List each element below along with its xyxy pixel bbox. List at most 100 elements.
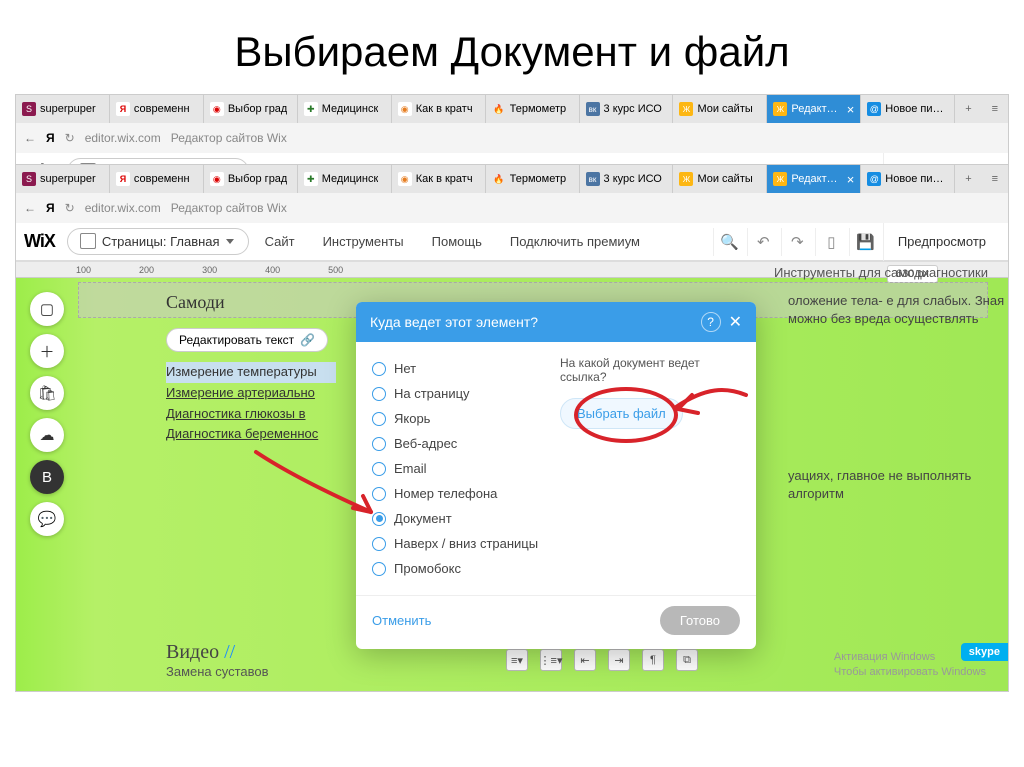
more-settings-icon[interactable]: ⧉ xyxy=(676,649,698,671)
browser-tab[interactable]: ЖРедактор× xyxy=(767,95,861,123)
favicon-icon: @ xyxy=(867,172,881,186)
link-type-option[interactable]: Документ xyxy=(372,506,552,531)
browser-tab[interactable]: @Новое письм xyxy=(861,95,955,123)
favicon-icon: Ж xyxy=(773,172,787,186)
browser-tab[interactable]: Ясовременн xyxy=(110,165,204,193)
preview-button[interactable]: Предпросмотр xyxy=(883,223,1000,261)
uploads-tool-icon[interactable]: ☁ xyxy=(30,418,64,452)
edit-text-button[interactable]: Редактировать текст 🔗 xyxy=(166,328,328,352)
menu-help[interactable]: Помощь xyxy=(420,234,494,249)
link-type-option[interactable]: Якорь xyxy=(372,406,552,431)
link-type-option[interactable]: Номер телефона xyxy=(372,481,552,506)
link-type-option[interactable]: На страницу xyxy=(372,381,552,406)
align-icon[interactable]: ≡▾ xyxy=(506,649,528,671)
favicon-icon: S xyxy=(22,172,36,186)
radio-label: Промобокс xyxy=(394,561,461,576)
browser-tab[interactable]: ◉Как в кратч xyxy=(392,95,486,123)
redo-icon[interactable]: ↷ xyxy=(781,228,813,256)
tab-close-icon[interactable]: × xyxy=(847,102,855,117)
radio-icon xyxy=(372,412,386,426)
section-title: Самоди xyxy=(166,292,225,313)
tab-menu-icon[interactable]: ≡ xyxy=(982,95,1008,123)
browser-tab[interactable]: 🔥Термометр xyxy=(486,95,580,123)
tab-bar-back: SsuperpuperЯсовременн◉Выбор град✚Медицин… xyxy=(16,95,1008,123)
close-icon[interactable]: ✕ xyxy=(729,312,742,332)
text-format-toolbar: ≡▾ ⋮≡▾ ⇤ ⇥ ¶ ⧉ xyxy=(506,649,698,671)
browser-tab[interactable]: Ssuperpuper xyxy=(16,95,110,123)
favicon-icon: Ж xyxy=(679,102,693,116)
text-element[interactable]: Редактировать текст 🔗 Измерение температ… xyxy=(166,328,336,445)
browser-tab[interactable]: @Новое письм xyxy=(861,165,955,193)
bullets-icon[interactable]: ⋮≡▾ xyxy=(540,649,562,671)
link-type-option[interactable]: Нет xyxy=(372,356,552,381)
undo-icon[interactable]: ↶ xyxy=(747,228,779,256)
pages-dropdown[interactable]: Страницы: Главная xyxy=(67,228,249,255)
text-line-3: Диагностика глюкозы в xyxy=(166,404,336,425)
indent-icon[interactable]: ⇥ xyxy=(608,649,630,671)
mobile-icon[interactable]: ▯ xyxy=(815,228,847,256)
tab-close-icon[interactable]: × xyxy=(847,172,855,187)
back-arrow-icon[interactable]: ← xyxy=(24,201,36,215)
browser-tab[interactable]: вк3 курс ИСО xyxy=(580,165,674,193)
skype-badge[interactable]: skype xyxy=(961,643,1008,661)
cancel-button[interactable]: Отменить xyxy=(372,613,431,628)
yandex-icon[interactable]: Я xyxy=(46,131,55,145)
chat-tool-icon[interactable]: 💬 xyxy=(30,502,64,536)
new-tab-button[interactable]: + xyxy=(955,165,981,193)
browser-tab[interactable]: ◉Выбор град xyxy=(204,95,298,123)
link-type-option[interactable]: Веб-адрес xyxy=(372,431,552,456)
dialog-title: Куда ведет этот элемент? xyxy=(370,314,538,330)
reload-icon[interactable]: ↻ xyxy=(65,201,75,215)
favicon-icon: 🔥 xyxy=(492,172,506,186)
back-arrow-icon[interactable]: ← xyxy=(24,131,36,145)
background-tool-icon[interactable]: ▢ xyxy=(30,292,64,326)
help-icon[interactable]: ? xyxy=(701,312,721,332)
menu-premium[interactable]: Подключить премиум xyxy=(498,234,652,249)
wix-logo: WiX xyxy=(24,231,55,252)
browser-tab[interactable]: ЖМои сайты xyxy=(673,165,767,193)
save-icon[interactable]: 💾 xyxy=(849,228,881,256)
add-tool-icon[interactable]: ＋ xyxy=(30,334,64,368)
radio-label: Документ xyxy=(394,511,452,526)
radio-icon xyxy=(372,512,386,526)
link-type-option[interactable]: Email xyxy=(372,456,552,481)
tab-menu-icon[interactable]: ≡ xyxy=(982,165,1008,193)
menu-tools[interactable]: Инструменты xyxy=(311,234,416,249)
tab-label: современн xyxy=(134,173,190,185)
radio-label: Якорь xyxy=(394,411,430,426)
link-type-option[interactable]: Промобокс xyxy=(372,556,552,581)
ruler-tick: 100 xyxy=(76,265,91,275)
rtl-icon[interactable]: ¶ xyxy=(642,649,664,671)
search-icon[interactable]: 🔍 xyxy=(713,228,745,256)
pages-icon xyxy=(82,235,96,249)
browser-tab[interactable]: ◉Выбор град xyxy=(204,165,298,193)
link-icon[interactable]: 🔗 xyxy=(300,333,315,347)
link-type-option[interactable]: Наверх / вниз страницы xyxy=(372,531,552,556)
ruler-tick: 200 xyxy=(139,265,154,275)
radio-label: Нет xyxy=(394,361,416,376)
browser-tab[interactable]: ✚Медицинск xyxy=(298,95,392,123)
radio-label: Наверх / вниз страницы xyxy=(394,536,538,551)
outdent-icon[interactable]: ⇤ xyxy=(574,649,596,671)
choose-file-button[interactable]: Выбрать файл xyxy=(560,398,683,429)
radio-icon xyxy=(372,437,386,451)
reload-icon[interactable]: ↻ xyxy=(65,131,75,145)
browser-tab[interactable]: Ясовременн xyxy=(110,95,204,123)
new-tab-button[interactable]: + xyxy=(955,95,981,123)
video-block[interactable]: Видео // Замена суставов xyxy=(166,641,269,679)
browser-tab[interactable]: 🔥Термометр xyxy=(486,165,580,193)
yandex-icon[interactable]: Я xyxy=(46,201,55,215)
blog-tool-icon[interactable]: B xyxy=(30,460,64,494)
address-bar: ← Я ↻ editor.wix.com Редактор сайтов Wix xyxy=(16,193,1008,223)
browser-tab[interactable]: ◉Как в кратч xyxy=(392,165,486,193)
browser-tab[interactable]: ✚Медицинск xyxy=(298,165,392,193)
menu-site[interactable]: Сайт xyxy=(253,234,307,249)
browser-tab[interactable]: ЖРедактор× xyxy=(767,165,861,193)
radio-icon xyxy=(372,462,386,476)
apps-tool-icon[interactable]: 🛍 xyxy=(30,376,64,410)
done-button[interactable]: Готово xyxy=(660,606,740,635)
editor-canvas: 100200300400500 ▢ ＋ 🛍 ☁ B 💬 630 px Инстр… xyxy=(16,261,1008,691)
browser-tab[interactable]: вк3 курс ИСО xyxy=(580,95,674,123)
browser-tab[interactable]: Ssuperpuper xyxy=(16,165,110,193)
browser-tab[interactable]: ЖМои сайты xyxy=(673,95,767,123)
